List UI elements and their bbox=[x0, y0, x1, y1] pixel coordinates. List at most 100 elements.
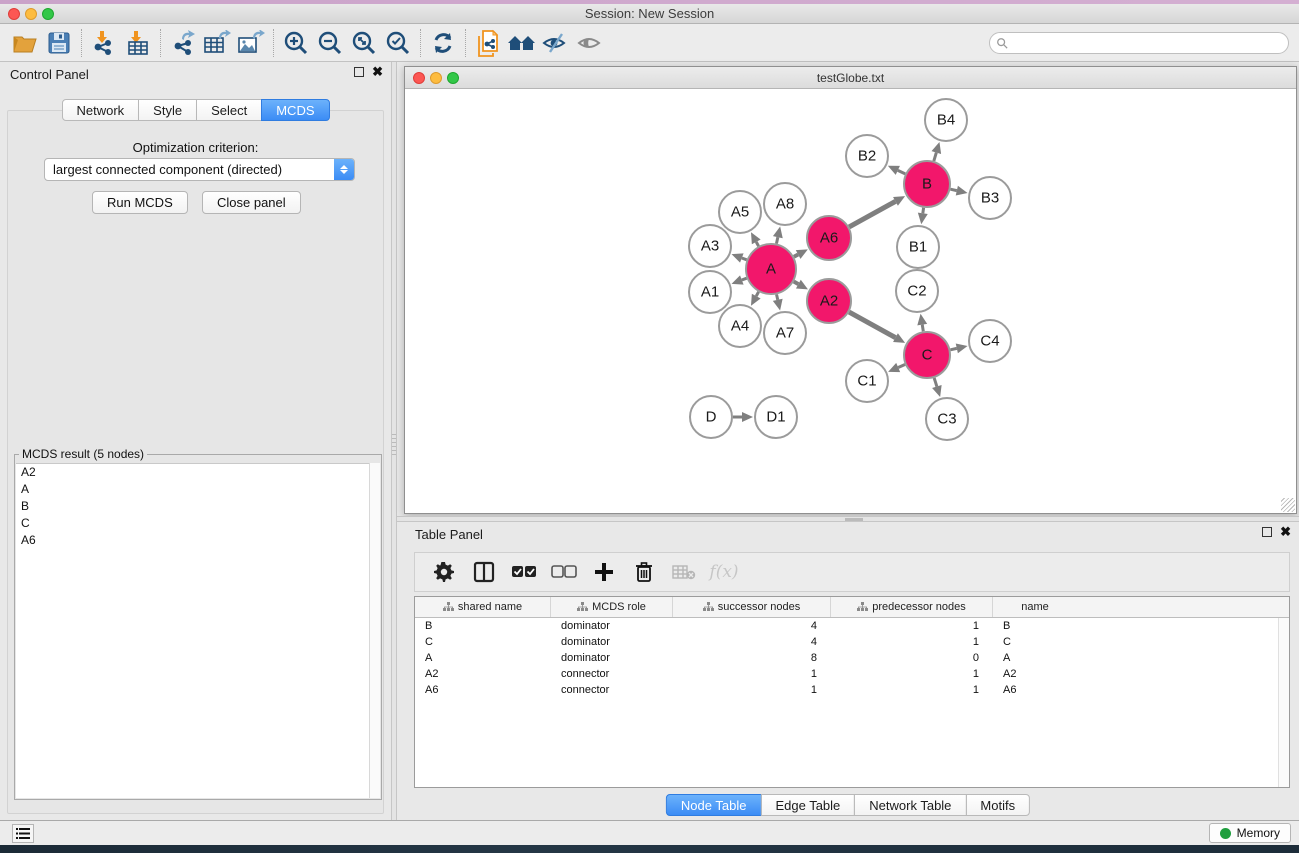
desktop-wallpaper-bottom bbox=[0, 845, 1299, 853]
deselect-all-icon[interactable] bbox=[549, 557, 579, 587]
toolbar-separator bbox=[420, 29, 421, 57]
tab-network[interactable]: Network bbox=[61, 99, 139, 121]
result-scrollbar[interactable] bbox=[369, 463, 380, 798]
close-table-panel-icon[interactable]: ✖ bbox=[1280, 527, 1291, 537]
search-icon bbox=[996, 37, 1008, 49]
cell-shared-name: A6 bbox=[415, 684, 551, 696]
network-canvas[interactable]: B4B2BB3A5A8A6B1A3AA1C2A2A4A7CC4C1C3DD1 bbox=[405, 89, 1296, 513]
save-session-icon[interactable] bbox=[42, 28, 76, 58]
close-panel-button[interactable]: Close panel bbox=[202, 191, 301, 214]
node-label-A5: A5 bbox=[731, 204, 749, 221]
edge-B-B1[interactable] bbox=[923, 208, 924, 214]
export-table-icon[interactable] bbox=[200, 28, 234, 58]
home-view-icon[interactable] bbox=[505, 28, 539, 58]
edge-A2-C[interactable] bbox=[849, 312, 895, 338]
result-item[interactable]: B bbox=[16, 498, 380, 515]
edge-A-A4[interactable] bbox=[756, 292, 758, 296]
close-panel-icon[interactable]: ✖ bbox=[372, 67, 383, 77]
search-input[interactable] bbox=[989, 32, 1289, 54]
splitter-grip[interactable] bbox=[392, 434, 396, 456]
edge-A-A1[interactable] bbox=[742, 278, 747, 280]
edge-C-C3[interactable] bbox=[934, 378, 937, 387]
window-resize-grip[interactable] bbox=[1281, 498, 1295, 512]
column-header-successor-nodes[interactable]: successor nodes bbox=[673, 597, 831, 617]
delete-column-icon[interactable] bbox=[629, 557, 659, 587]
hide-selected-icon[interactable] bbox=[539, 28, 573, 58]
column-header-predecessor-nodes[interactable]: predecessor nodes bbox=[831, 597, 993, 617]
column-header-name[interactable]: name bbox=[993, 597, 1077, 617]
tab-style[interactable]: Style bbox=[138, 99, 197, 121]
node-label-C2: C2 bbox=[907, 283, 926, 300]
node-table[interactable]: shared nameMCDS rolesuccessor nodesprede… bbox=[414, 596, 1290, 788]
memory-button[interactable]: Memory bbox=[1209, 823, 1291, 843]
edge-B-B2[interactable] bbox=[898, 170, 905, 173]
tab-select[interactable]: Select bbox=[196, 99, 262, 121]
network-file-title: testGlobe.txt bbox=[405, 71, 1296, 85]
arrowhead bbox=[956, 343, 968, 353]
import-network-icon[interactable] bbox=[87, 28, 121, 58]
table-row[interactable]: Adominator80A bbox=[415, 650, 1289, 666]
select-all-icon[interactable] bbox=[509, 557, 539, 587]
zoom-fit-icon[interactable] bbox=[347, 28, 381, 58]
edge-C-C1[interactable] bbox=[898, 365, 905, 368]
column-selector-icon[interactable] bbox=[469, 557, 499, 587]
refresh-icon[interactable] bbox=[426, 28, 460, 58]
result-item[interactable]: A6 bbox=[16, 532, 380, 549]
run-mcds-button[interactable]: Run MCDS bbox=[92, 191, 188, 214]
import-table-icon[interactable] bbox=[121, 28, 155, 58]
network-graph[interactable]: B4B2BB3A5A8A6B1A3AA1C2A2A4A7CC4C1C3DD1 bbox=[405, 89, 1296, 514]
search-field[interactable] bbox=[1012, 36, 1288, 50]
node-label-C: C bbox=[922, 347, 933, 364]
edge-A-A2[interactable] bbox=[794, 282, 799, 285]
zoom-out-icon[interactable] bbox=[313, 28, 347, 58]
zoom-selected-icon[interactable] bbox=[381, 28, 415, 58]
task-history-icon[interactable] bbox=[12, 824, 34, 843]
function-builder-icon: f(x) bbox=[709, 557, 739, 587]
column-header-shared-name[interactable]: shared name bbox=[415, 597, 551, 617]
mcds-result-list[interactable]: A2ABCA6 bbox=[16, 463, 380, 798]
node-label-A6: A6 bbox=[820, 230, 838, 247]
settings-gear-icon[interactable] bbox=[429, 557, 459, 587]
optimization-criterion-select[interactable]: largest connected component (directed) bbox=[44, 158, 355, 181]
table-row[interactable]: Bdominator41B bbox=[415, 618, 1289, 634]
edge-B-B4[interactable] bbox=[934, 153, 936, 161]
network-window-titlebar[interactable]: testGlobe.txt bbox=[405, 67, 1296, 89]
edge-B-B3[interactable] bbox=[950, 189, 956, 190]
tab-node-table[interactable]: Node Table bbox=[666, 794, 762, 816]
table-row[interactable]: A6connector11A6 bbox=[415, 682, 1289, 698]
table-row[interactable]: A2connector11A2 bbox=[415, 666, 1289, 682]
float-panel-icon[interactable] bbox=[354, 67, 364, 77]
tab-network-table[interactable]: Network Table bbox=[854, 794, 966, 816]
edge-C-C2[interactable] bbox=[922, 325, 923, 332]
result-item[interactable]: C bbox=[16, 515, 380, 532]
clone-network-icon[interactable] bbox=[471, 28, 505, 58]
toolbar-separator bbox=[465, 29, 466, 57]
result-item[interactable]: A2 bbox=[16, 464, 380, 481]
edge-A6-B[interactable] bbox=[849, 201, 895, 227]
table-scrollbar[interactable] bbox=[1278, 618, 1289, 787]
edge-A-A6[interactable] bbox=[794, 254, 798, 256]
edge-A-A8[interactable] bbox=[776, 237, 777, 243]
open-file-icon[interactable] bbox=[8, 28, 42, 58]
node-label-B4: B4 bbox=[937, 112, 955, 129]
table-header-row: shared nameMCDS rolesuccessor nodesprede… bbox=[415, 597, 1289, 618]
zoom-in-icon[interactable] bbox=[279, 28, 313, 58]
splitter-grip[interactable] bbox=[845, 518, 863, 521]
edge-C-C4[interactable] bbox=[950, 348, 956, 349]
tab-edge-table[interactable]: Edge Table bbox=[760, 794, 855, 816]
edge-A-A3[interactable] bbox=[742, 258, 747, 260]
tab-motifs[interactable]: Motifs bbox=[965, 794, 1030, 816]
tab-mcds[interactable]: MCDS bbox=[261, 99, 329, 121]
edge-A-A7[interactable] bbox=[777, 294, 778, 299]
edge-A-A5[interactable] bbox=[756, 242, 758, 246]
status-bar: Memory bbox=[0, 820, 1299, 845]
export-image-icon[interactable] bbox=[234, 28, 268, 58]
result-item[interactable]: A bbox=[16, 481, 380, 498]
table-panel-title: Table Panel bbox=[415, 527, 483, 542]
show-all-icon[interactable] bbox=[573, 28, 607, 58]
export-network-icon[interactable] bbox=[166, 28, 200, 58]
table-row[interactable]: Cdominator41C bbox=[415, 634, 1289, 650]
column-header-MCDS-role[interactable]: MCDS role bbox=[551, 597, 673, 617]
float-table-panel-icon[interactable] bbox=[1262, 527, 1272, 537]
add-column-icon[interactable] bbox=[589, 557, 619, 587]
